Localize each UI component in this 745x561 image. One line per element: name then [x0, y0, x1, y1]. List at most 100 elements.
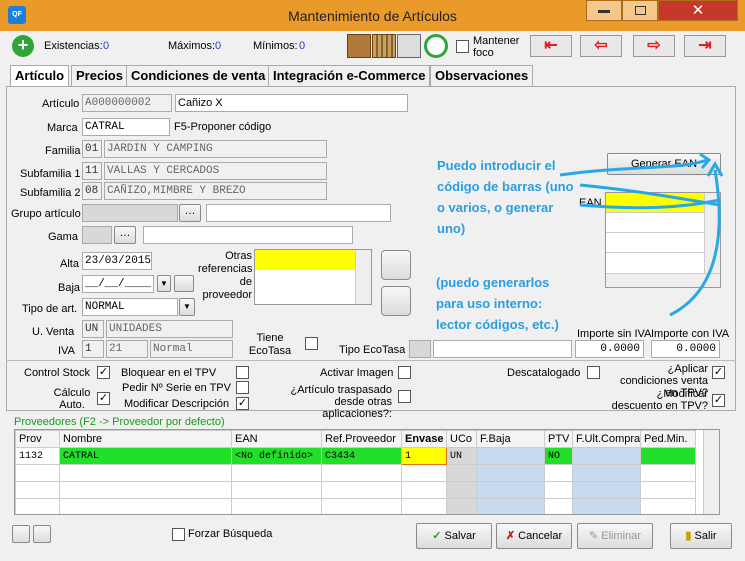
next-record-icon[interactable]: ⇨ [633, 35, 675, 57]
mantener-foco-checkbox[interactable] [456, 40, 469, 53]
col-ptv[interactable]: PTV [544, 430, 573, 448]
tipo-art-select[interactable]: NORMAL [82, 298, 178, 316]
ecotasa-checkbox[interactable] [305, 337, 318, 350]
existencias-value: 0 [103, 40, 110, 52]
subfamilia1-code-field[interactable]: 11 [82, 162, 102, 180]
otras-referencias-list[interactable] [254, 249, 372, 305]
cell-prov[interactable]: 1132 [15, 447, 60, 465]
baja-dropdown-icon[interactable]: ▼ [157, 275, 171, 292]
modificar-descuento-checkbox[interactable]: ✓ [712, 394, 725, 407]
otras-referencias-remove-button[interactable] [381, 286, 411, 316]
tab-condiciones-venta[interactable]: Condiciones de venta [126, 65, 271, 87]
aplicar-condiciones-checkbox[interactable]: ✓ [712, 366, 725, 379]
col-fbaja[interactable]: F.Baja [476, 430, 545, 448]
gama-lookup-button[interactable]: … [114, 226, 136, 244]
subfamilia2-code-field[interactable]: 08 [82, 182, 102, 200]
otras-referencias-scrollbar[interactable] [355, 250, 371, 304]
cell-ean[interactable]: <No definido> [231, 447, 322, 465]
col-pedmin[interactable]: Ped.Min. [640, 430, 696, 448]
iva-code-field[interactable]: 1 [82, 340, 104, 358]
door-icon: ▮ [685, 530, 692, 542]
add-icon[interactable]: + [12, 35, 34, 57]
first-record-icon[interactable]: ⇤ [530, 35, 572, 57]
refresh-icon[interactable] [424, 34, 448, 58]
iva-label: IVA [58, 345, 75, 357]
familia-code-field[interactable]: 01 [82, 140, 102, 158]
minimize-button[interactable] [586, 0, 622, 21]
table-row[interactable]: 1132 CATRAL <No definido> C3434 1 UN NO [15, 447, 696, 465]
cell-envase[interactable]: 1 [401, 447, 447, 465]
baja-date-field[interactable]: __/__/____ [82, 275, 154, 293]
wood-icon[interactable] [372, 34, 396, 58]
cell-fultcompra[interactable] [572, 447, 641, 465]
tab-articulo[interactable]: Artículo [10, 65, 70, 88]
uventa-code-field[interactable]: UN [82, 320, 104, 338]
barcode-icon[interactable] [397, 34, 421, 58]
col-ean[interactable]: EAN [231, 430, 322, 448]
tab-observaciones[interactable]: Observaciones [430, 65, 534, 87]
activar-imagen-checkbox[interactable] [398, 366, 411, 379]
col-fultcompra[interactable]: F.Ult.Compra [572, 430, 641, 448]
descatalogado-checkbox[interactable] [587, 366, 600, 379]
cell-ptv[interactable]: NO [544, 447, 573, 465]
grupo-articulo-lookup-button[interactable]: … [179, 204, 201, 222]
cell-nombre[interactable]: CATRAL [59, 447, 232, 465]
tipo-ecotasa-code-field[interactable] [409, 340, 431, 358]
cell-fbaja[interactable] [476, 447, 545, 465]
close-button[interactable]: ✕ [658, 0, 738, 21]
paste-icon[interactable] [33, 525, 51, 543]
importe-sin-iva-field[interactable]: 0.0000 [575, 340, 644, 358]
bloquear-tpv-checkbox[interactable] [236, 366, 249, 379]
col-prov[interactable]: Prov [15, 430, 60, 448]
tab-precios[interactable]: Precios [71, 65, 128, 87]
calculo-auto-checkbox[interactable]: ✓ [97, 392, 110, 405]
importe-con-iva-field[interactable]: 0.0000 [651, 340, 720, 358]
alta-date-field[interactable]: 23/03/2015 [82, 252, 152, 270]
marca-field[interactable]: CATRAL [82, 118, 170, 136]
pedir-serie-checkbox[interactable] [236, 381, 249, 394]
articulo-code-field[interactable]: A000000002 [82, 94, 172, 112]
salir-button[interactable]: ▮ Salir [670, 523, 732, 549]
otras-referencias-add-button[interactable] [381, 250, 411, 280]
col-uco[interactable]: UCo [446, 430, 477, 448]
prev-record-icon[interactable]: ⇦ [580, 35, 622, 57]
copy-icon[interactable] [12, 525, 30, 543]
traspasado-checkbox[interactable] [398, 390, 411, 403]
grupo-articulo-code-field[interactable] [82, 204, 178, 222]
articulo-label: Artículo [42, 98, 80, 110]
eliminar-button[interactable]: ✎ Eliminar [577, 523, 653, 549]
modificar-descripcion-checkbox[interactable]: ✓ [236, 397, 249, 410]
salvar-button[interactable]: ✓ Salvar [416, 523, 492, 549]
grupo-articulo-name-field[interactable] [206, 204, 391, 222]
control-stock-checkbox[interactable]: ✓ [97, 366, 110, 379]
tab-integracion-ecommerce[interactable]: Integración e-Commerce [268, 65, 431, 87]
baja-calendar-button[interactable] [174, 275, 194, 292]
tipo-ecotasa-name-field[interactable] [433, 340, 572, 358]
eraser-icon: ✎ [588, 530, 599, 542]
cancelar-label: Cancelar [518, 530, 563, 542]
gama-code-field[interactable] [82, 226, 112, 244]
cell-pedmin[interactable] [640, 447, 696, 465]
maximos-value: 0 [215, 40, 222, 52]
gama-name-field[interactable] [143, 226, 353, 244]
cell-ref-proveedor[interactable]: C3434 [321, 447, 402, 465]
tipo-art-dropdown-icon[interactable]: ▼ [179, 298, 195, 316]
restore-button[interactable] [622, 0, 658, 21]
maximos-label: Máximos: [168, 40, 216, 52]
proveedores-scrollbar[interactable] [703, 430, 719, 514]
forzar-busqueda-checkbox[interactable] [172, 528, 185, 541]
otras-referencias-selected-row[interactable] [255, 250, 355, 270]
pedir-serie-label: Pedir Nº Serie en TPV [122, 382, 231, 394]
articulo-name-field[interactable]: Cañizo X [175, 94, 408, 112]
cell-uco[interactable]: UN [446, 447, 477, 465]
last-record-icon[interactable]: ⇥ [684, 35, 726, 57]
proveedores-grid[interactable]: Prov Nombre EAN Ref.Proveedor Envase UCo… [14, 429, 720, 515]
boxes-icon[interactable] [347, 34, 371, 58]
cancelar-button[interactable]: ✗ Cancelar [496, 523, 572, 549]
col-ref-proveedor[interactable]: Ref.Proveedor [321, 430, 402, 448]
col-nombre[interactable]: Nombre [59, 430, 232, 448]
subfamilia2-name-field: CAÑIZO,MIMBRE Y BREZO [104, 182, 327, 200]
iva-pct-field: 21 [106, 340, 148, 358]
col-envase[interactable]: Envase [401, 430, 447, 448]
subfamilia1-name-field: VALLAS Y CERCADOS [104, 162, 327, 180]
